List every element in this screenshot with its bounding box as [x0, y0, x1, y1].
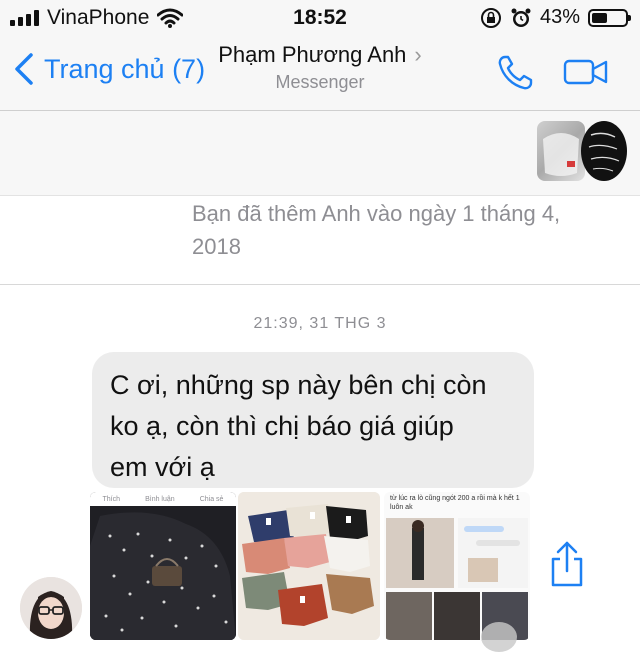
emoji-icon[interactable]	[481, 622, 517, 652]
alarm-icon	[511, 8, 531, 27]
contact-name: Phạm Phương Anh	[218, 42, 407, 67]
share-icon[interactable]	[548, 541, 586, 589]
status-right: 43%	[480, 6, 631, 29]
shared-photo[interactable]	[238, 492, 380, 640]
previous-media-row	[0, 111, 640, 196]
system-message: Bạn đã thêm Anh vào ngày 1 tháng 4, 2018	[192, 201, 561, 259]
message-line: ko ạ, còn thì chị báo giá giúp	[110, 411, 454, 441]
photo-label: Bình luận	[145, 495, 175, 503]
battery-icon	[588, 8, 631, 27]
contact-header[interactable]: Phạm Phương Anh › Messenger	[0, 42, 640, 93]
lock-rotation-icon	[480, 7, 501, 28]
contact-subtitle: Messenger	[275, 72, 365, 92]
status-bar: VinaPhone 18:52 43%	[0, 0, 640, 36]
battery-percent: 43%	[539, 6, 580, 28]
media-thumbnail[interactable]	[581, 121, 627, 181]
photo-caption: từ lúc ra lò cũng ngót 200 a rồi mà k hế…	[390, 495, 520, 511]
chevron-right-icon: ›	[414, 42, 422, 67]
shorts-illustration	[238, 492, 380, 640]
shared-photo[interactable]: từ lúc ra lò cũng ngót 200 a rồi mà k hế…	[384, 492, 530, 640]
message-line: em với ạ	[110, 452, 215, 482]
dress-illustration	[90, 506, 236, 640]
message-line: C ơi, những sp này bên chị còn	[110, 370, 487, 400]
media-thumbnail[interactable]	[537, 121, 585, 181]
video-camera-icon[interactable]	[563, 58, 609, 86]
shared-photos: Thích Bình luận Chia sẻ từ lúc ra lò cũn…	[90, 492, 530, 640]
message-bubble[interactable]: C ơi, những sp này bên chị còn ko ạ, còn…	[92, 352, 534, 488]
shared-photo[interactable]: Thích Bình luận Chia sẻ	[90, 492, 236, 640]
collage-illustration	[386, 518, 528, 640]
phone-icon[interactable]	[496, 54, 534, 92]
photo-label: Chia sẻ	[199, 495, 224, 503]
avatar[interactable]	[20, 577, 82, 639]
nav-bar: Trang chủ (7) Phạm Phương Anh › Messenger	[0, 36, 640, 111]
divider	[0, 284, 640, 285]
photo-label: Thích	[102, 495, 121, 503]
message-timestamp: 21:39, 31 THG 3	[253, 315, 387, 332]
